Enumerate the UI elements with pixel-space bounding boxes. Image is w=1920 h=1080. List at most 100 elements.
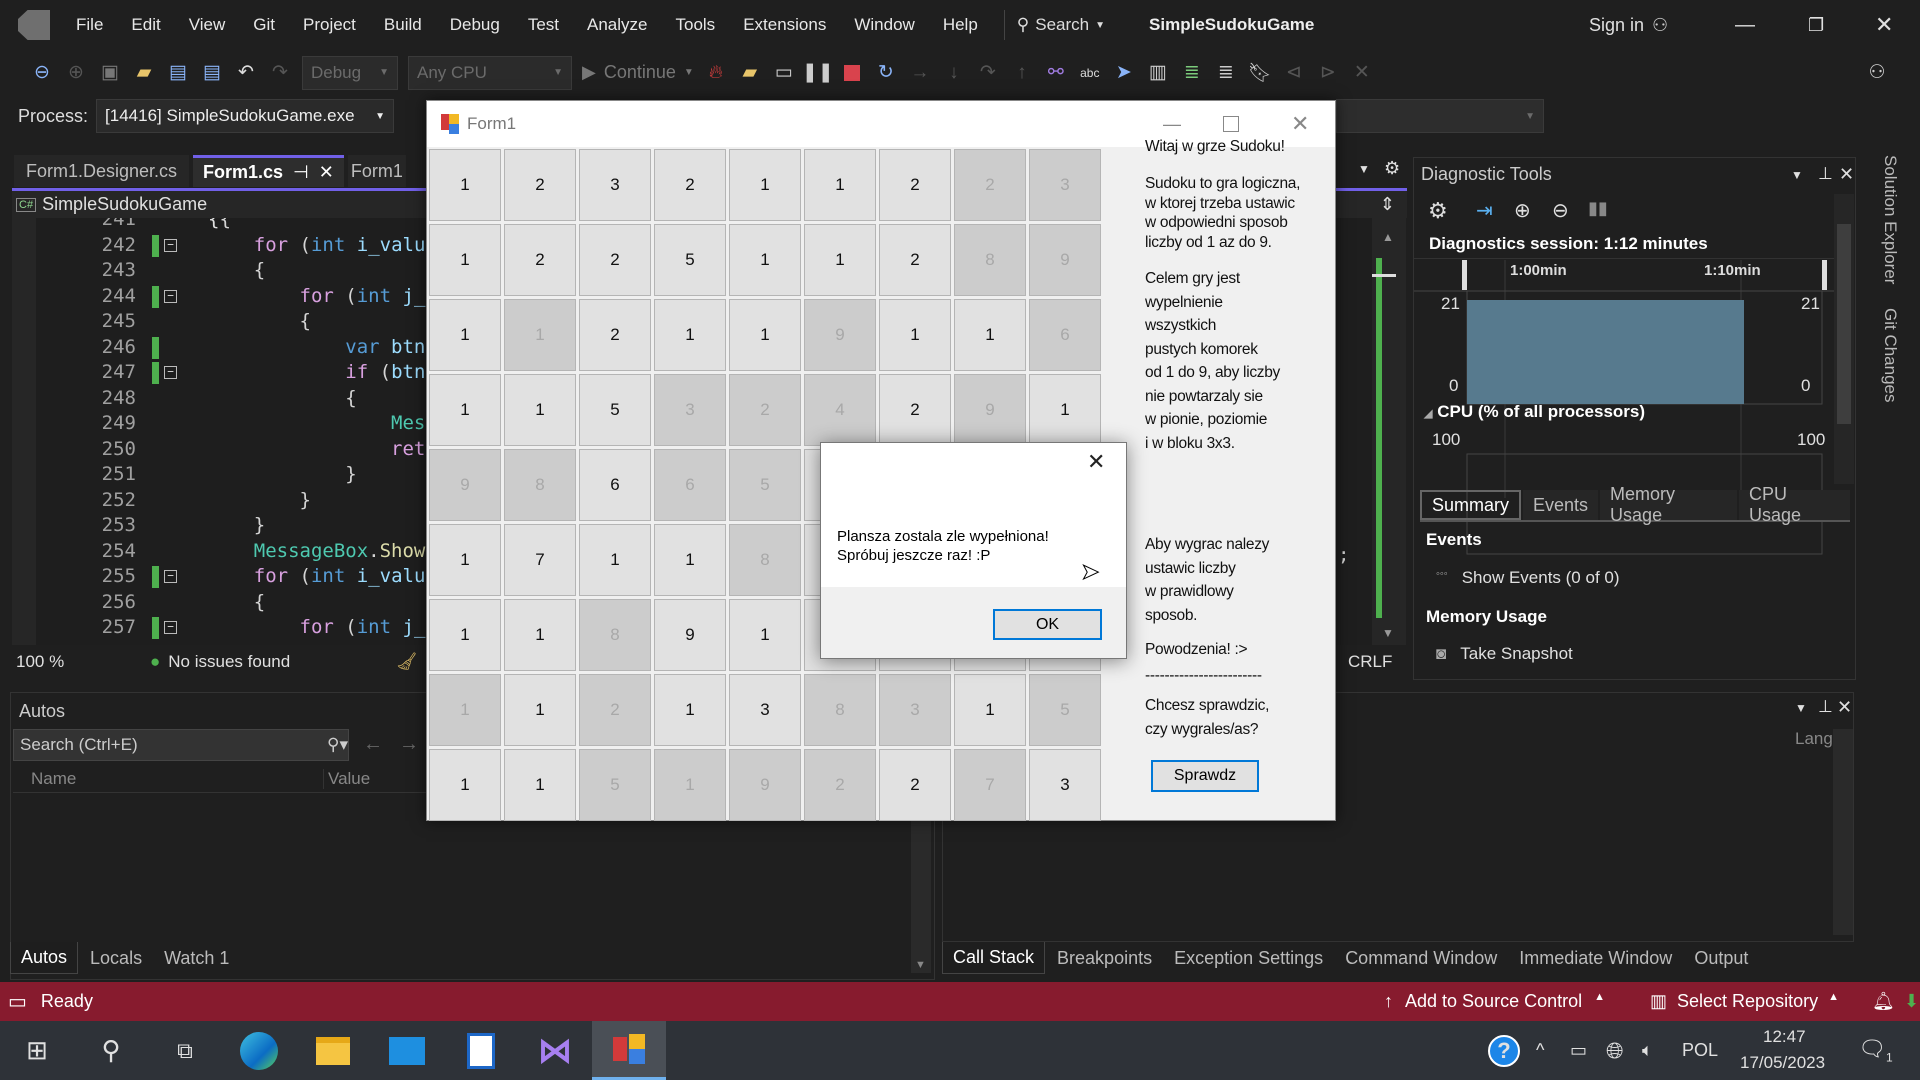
column-language[interactable]: Lang (1795, 729, 1833, 749)
form-maximize-button[interactable] (1223, 116, 1239, 132)
undo-icon[interactable]: ↶ (234, 61, 258, 85)
line-ending-indicator[interactable]: CRLF (1348, 652, 1392, 672)
tab-output[interactable]: Output (1684, 942, 1758, 974)
sudoku-cell[interactable]: 2 (579, 224, 651, 296)
live-share-icon[interactable]: ⚇ (1865, 61, 1889, 85)
volume-icon[interactable]: 🔈︎ (1642, 1040, 1653, 1061)
tab-form1[interactable]: Form1 (347, 155, 406, 187)
collapse-icon[interactable]: − (164, 366, 177, 379)
save-icon[interactable]: ▤ (166, 61, 190, 85)
next-bookmark-icon[interactable]: ⊳ (1316, 61, 1340, 85)
sudoku-cell[interactable]: 2 (504, 149, 576, 221)
sudoku-cell[interactable]: 2 (879, 749, 951, 821)
tab-memory-usage[interactable]: Memory Usage (1600, 484, 1737, 525)
step-over-icon[interactable]: ↷ (976, 61, 1000, 85)
sudoku-cell[interactable]: 9 (654, 599, 726, 671)
side-tab-solution-explorer[interactable]: Solution Explorer (1880, 155, 1900, 284)
clock-date[interactable]: 17/05/2023 (1740, 1053, 1825, 1073)
sudoku-cell[interactable]: 6 (579, 449, 651, 521)
tab-form1-designer[interactable]: Form1.Designer.cs (14, 155, 189, 187)
action-center-icon[interactable]: 🗨︎1 (1858, 1036, 1893, 1064)
callstack-scrollbar[interactable] (1833, 729, 1853, 935)
code-cleanup-icon[interactable]: 🧹︎ (396, 652, 418, 672)
sudoku-cell[interactable]: 1 (879, 299, 951, 371)
sudoku-cell[interactable]: 7 (504, 524, 576, 596)
collapse-icon[interactable]: − (164, 238, 177, 252)
redo-icon[interactable]: ↷ (268, 61, 292, 85)
open-file-icon[interactable]: ▰ (132, 61, 156, 85)
sudoku-cell[interactable]: 1 (429, 299, 501, 371)
sudoku-cell[interactable]: 1 (729, 599, 801, 671)
clock-time[interactable]: 12:47 (1763, 1027, 1806, 1047)
sudoku-cell[interactable]: 1 (429, 749, 501, 821)
sudoku-cell[interactable]: 2 (654, 149, 726, 221)
input-language[interactable]: POL (1682, 1040, 1718, 1061)
show-next-statement-icon[interactable]: → (908, 61, 932, 85)
network-icon[interactable]: 🌐︎ (1606, 1038, 1624, 1064)
pause-icon[interactable]: ❚❚ (802, 61, 834, 85)
help-icon[interactable]: ? (1488, 1034, 1520, 1067)
issues-indicator[interactable]: ● No issues found (150, 652, 290, 672)
search-forward-icon[interactable]: → (399, 733, 419, 756)
form-close-button[interactable]: ✕ (1291, 111, 1309, 137)
close-button[interactable]: ✕ (1875, 12, 1893, 38)
settings-icon[interactable]: ⚙ (1384, 158, 1400, 179)
sudoku-cell[interactable]: 1 (429, 599, 501, 671)
panel-dropdown-icon[interactable]: ▼ (1791, 168, 1803, 182)
sudoku-cell[interactable]: 1 (654, 299, 726, 371)
notifications-bell-icon[interactable]: 🔔︎ (1872, 991, 1895, 1012)
sudoku-cell[interactable]: 1 (504, 374, 576, 446)
pin-icon[interactable]: ⊥ (1818, 164, 1833, 184)
tab-exception-settings[interactable]: Exception Settings (1164, 942, 1333, 974)
sudoku-cell[interactable]: 5 (654, 224, 726, 296)
close-panel-icon[interactable]: ✕ (1839, 164, 1854, 185)
sudoku-cell[interactable]: 1 (429, 524, 501, 596)
minimize-button[interactable]: — (1735, 14, 1755, 37)
outdent-icon[interactable]: ≣ (1214, 61, 1238, 85)
sign-in-button[interactable]: Sign in ⚇ (1589, 15, 1668, 36)
search-back-icon[interactable]: ← (363, 733, 383, 756)
tab-autos[interactable]: Autos (10, 942, 79, 974)
sudoku-cell[interactable]: 2 (579, 299, 651, 371)
tab-watch-1[interactable]: Watch 1 (154, 942, 239, 974)
panel-dropdown-icon[interactable]: ▼ (1795, 701, 1807, 715)
sudoku-cell[interactable]: 9 (429, 449, 501, 521)
sudoku-cell[interactable]: 1 (504, 749, 576, 821)
settings-icon[interactable]: ⚙ (1428, 198, 1448, 224)
sudoku-cell[interactable]: 9 (1029, 224, 1101, 296)
sudoku-cell[interactable]: 8 (579, 599, 651, 671)
sudoku-cell[interactable]: 1 (429, 224, 501, 296)
continue-button[interactable]: ▶ Continue ▼ (582, 62, 694, 83)
form1-taskbar-icon[interactable] (592, 1021, 666, 1080)
prev-bookmark-icon[interactable]: ⊲ (1282, 61, 1306, 85)
restore-button[interactable]: ❐ (1808, 15, 1824, 36)
diagnostics-scrollbar[interactable] (1834, 194, 1854, 484)
tab-locals[interactable]: Locals (80, 942, 152, 974)
spell-check-icon[interactable]: abc (1078, 61, 1102, 85)
sudoku-cell[interactable]: 7 (954, 749, 1026, 821)
copy-icon[interactable]: ▥ (1146, 61, 1170, 85)
edge-icon[interactable] (222, 1021, 296, 1080)
zoom-out-icon[interactable]: ⊖ (1552, 198, 1569, 223)
bookmark-icon[interactable]: 🔖︎ (1248, 61, 1272, 85)
zoom-dropdown[interactable]: 100 % (16, 652, 100, 672)
form-minimize-button[interactable]: — (1163, 114, 1181, 135)
dialog-close-button[interactable]: ✕ (1087, 449, 1105, 475)
column-value[interactable]: Value (323, 769, 370, 789)
menu-extensions[interactable]: Extensions (729, 15, 840, 35)
sudoku-cell[interactable]: 1 (504, 674, 576, 746)
output-icon[interactable]: ▭ (8, 989, 27, 1014)
sudoku-cell[interactable]: 1 (729, 149, 801, 221)
side-tab-git-changes[interactable]: Git Changes (1880, 308, 1900, 403)
sudoku-cell[interactable]: 1 (1029, 374, 1101, 446)
tab-breakpoints[interactable]: Breakpoints (1047, 942, 1162, 974)
forward-icon[interactable]: ⊕ (64, 61, 88, 85)
zoom-in-icon[interactable]: ⊕ (1514, 198, 1531, 223)
search-button[interactable]: ⚲ Search ▼ (1017, 15, 1105, 35)
sudoku-cell[interactable]: 9 (954, 374, 1026, 446)
sudoku-cell[interactable]: 1 (654, 749, 726, 821)
sudoku-cell[interactable]: 1 (654, 674, 726, 746)
select-repository-button[interactable]: ▥ Select Repository ▲ (1650, 991, 1839, 1012)
menu-file[interactable]: File (62, 15, 117, 35)
editor-scrollbar[interactable]: ▲ ▼ (1372, 218, 1406, 645)
